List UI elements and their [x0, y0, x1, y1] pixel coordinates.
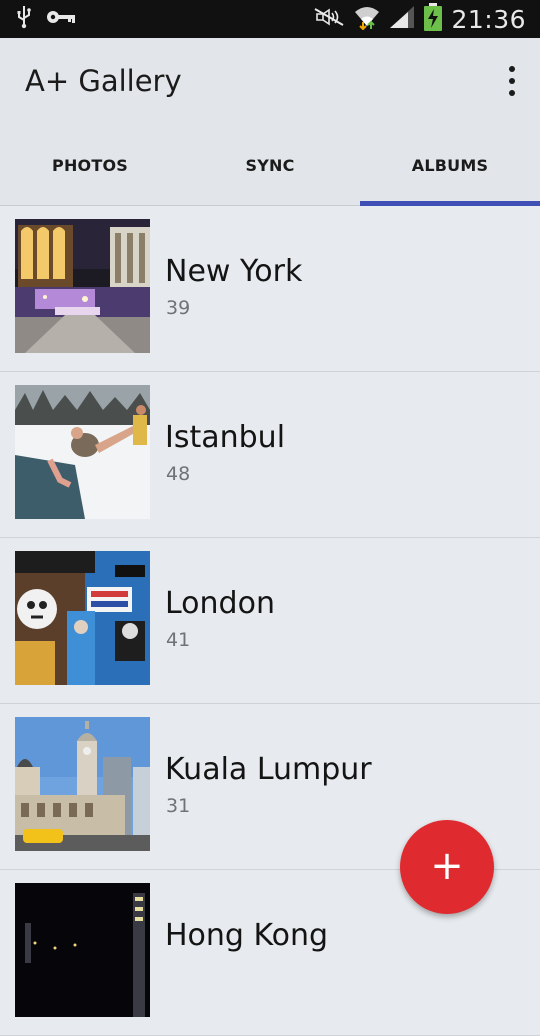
album-count: 39	[166, 297, 191, 319]
album-item-new-york[interactable]: New York 39	[0, 206, 540, 372]
wifi-icon	[353, 4, 381, 34]
key-icon	[46, 9, 76, 29]
album-count: 31	[166, 795, 191, 817]
usb-icon	[16, 5, 32, 33]
tab-photos[interactable]: PHOTOS	[0, 126, 180, 205]
album-thumbnail	[15, 717, 150, 851]
signal-icon	[389, 5, 415, 33]
album-name: London	[165, 586, 275, 621]
album-count: 48	[166, 463, 191, 485]
app-bar: A+ Gallery	[0, 38, 540, 126]
album-thumbnail	[15, 551, 150, 685]
album-item-london[interactable]: London 41	[0, 538, 540, 704]
album-thumbnail	[15, 385, 150, 519]
album-thumbnail	[15, 883, 150, 1017]
clock: 21:36	[451, 4, 526, 34]
tab-albums[interactable]: ALBUMS	[360, 126, 540, 206]
add-icon: +	[430, 842, 464, 889]
battery-charging-icon	[423, 3, 443, 35]
status-bar: 21:36	[0, 0, 540, 38]
album-count: 41	[166, 629, 191, 651]
album-name: New York	[165, 254, 303, 289]
add-album-button[interactable]: +	[400, 820, 494, 914]
app-title: A+ Gallery	[25, 64, 182, 98]
tab-sync[interactable]: SYNC	[180, 126, 360, 205]
album-name: Istanbul	[165, 420, 286, 455]
tab-bar: PHOTOS SYNC ALBUMS	[0, 126, 540, 206]
album-item-istanbul[interactable]: Istanbul 48	[0, 372, 540, 538]
album-name: Hong Kong	[165, 918, 329, 953]
album-thumbnail	[15, 219, 150, 353]
album-name: Kuala Lumpur	[165, 752, 372, 787]
more-vert-icon[interactable]	[500, 64, 524, 98]
mute-icon	[313, 6, 345, 32]
